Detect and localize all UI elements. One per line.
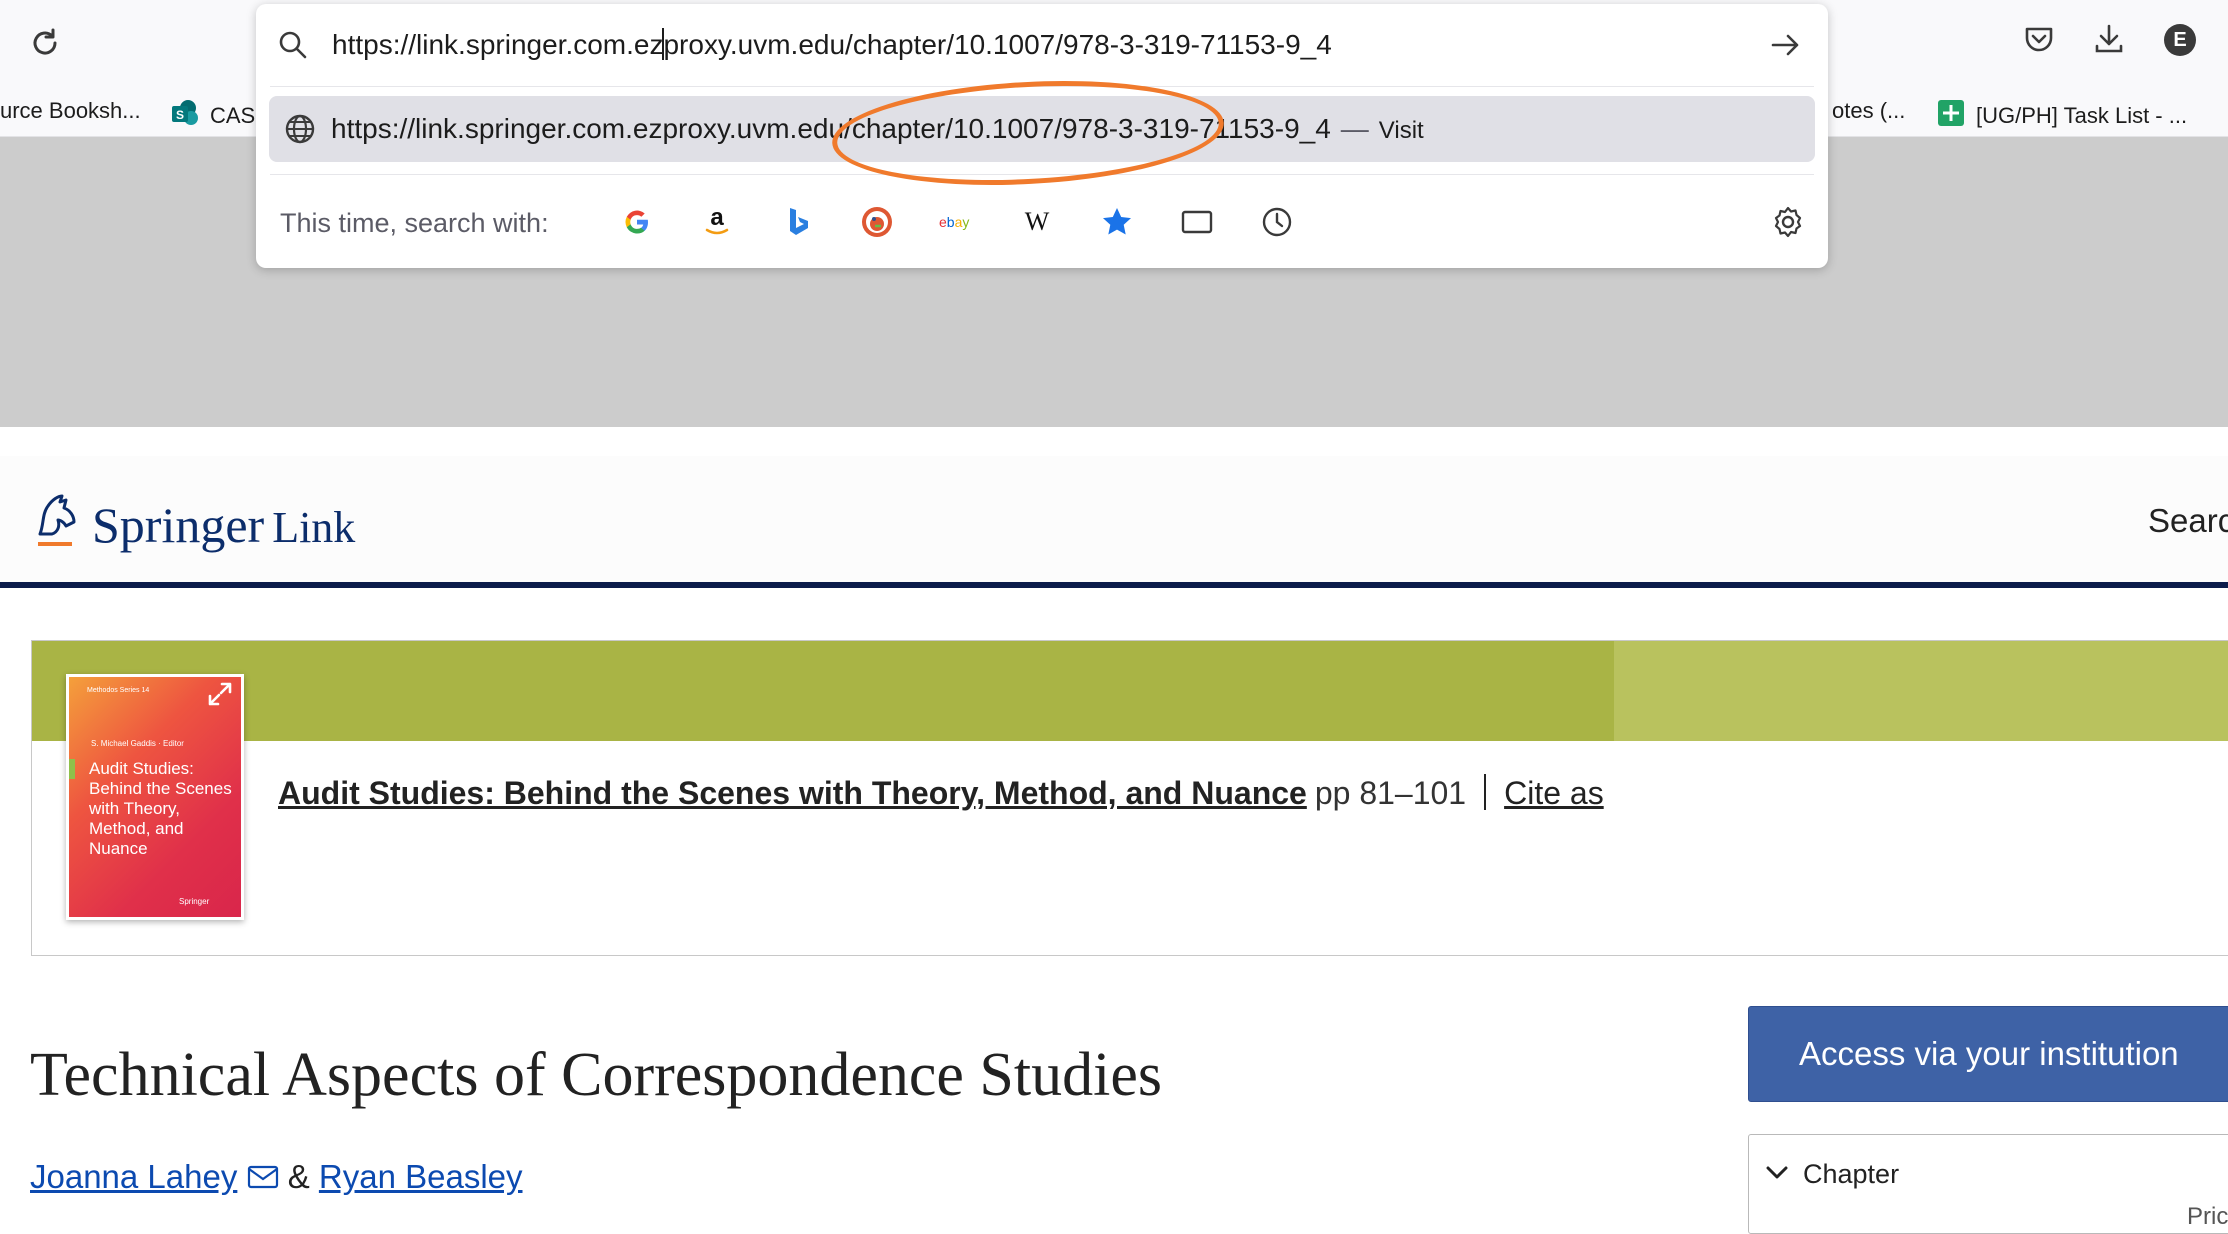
author-link[interactable]: Joanna Lahey — [30, 1158, 237, 1195]
banner-stripe-light — [1614, 641, 2228, 741]
bookmark-item[interactable]: otes (... — [1832, 98, 1905, 124]
pocket-icon[interactable] — [2022, 22, 2056, 61]
google-icon[interactable] — [617, 202, 657, 242]
banner-stripe — [32, 641, 1614, 741]
amazon-icon[interactable]: a — [697, 202, 737, 242]
cover-accent-bar — [69, 759, 75, 779]
book-cover[interactable]: Methodos Series 14 S. Michael Gaddis · E… — [66, 674, 244, 920]
bing-icon[interactable] — [777, 202, 817, 242]
bookmark-item[interactable]: urce Booksh... — [0, 98, 141, 124]
bookmark-label: urce Booksh... — [0, 98, 141, 123]
suggestion-separator: — — [1340, 113, 1369, 144]
search-with-label: This time, search with: — [280, 208, 549, 238]
separator — [1484, 774, 1487, 810]
expand-cover-icon[interactable] — [204, 678, 236, 710]
url-text-after-caret: proxy.uvm.edu/chapter/10.1007/978-3-319-… — [663, 29, 1332, 60]
settings-gear-icon[interactable] — [1768, 202, 1808, 242]
bookmark-label: CAS — [210, 103, 256, 128]
author-separator: & — [287, 1158, 310, 1195]
svg-text:ebay: ebay — [939, 214, 969, 230]
bookmark-item[interactable]: [UG/PH] Task List - ... — [1936, 98, 2187, 134]
reload-icon[interactable] — [28, 26, 62, 60]
duckduckgo-icon[interactable] — [857, 202, 897, 242]
bookmark-label: otes (... — [1832, 98, 1906, 123]
chapter-purchase-panel[interactable]: Chapter Pric — [1748, 1134, 2228, 1234]
price-label: Pric — [2187, 1203, 2228, 1230]
downloads-icon[interactable] — [2092, 22, 2126, 61]
access-institution-button[interactable]: Access via your institution — [1748, 1006, 2228, 1102]
author-list: Joanna Lahey & Ryan Beasley — [30, 1158, 523, 1198]
book-title-link[interactable]: Audit Studies: Behind the Scenes with Th… — [278, 775, 1307, 811]
cover-title: Audit Studies: Behind the Scenes with Th… — [89, 759, 232, 858]
book-info-line: Audit Studies: Behind the Scenes with Th… — [278, 774, 1604, 812]
google-sheets-icon — [1936, 98, 1966, 134]
email-icon[interactable] — [247, 1160, 279, 1198]
history-icon[interactable] — [1257, 202, 1297, 242]
profile-avatar[interactable]: E — [2164, 24, 2196, 56]
bookmark-item[interactable]: S CAS — [170, 98, 255, 134]
cover-editor: S. Michael Gaddis · Editor — [91, 739, 184, 748]
tabs-icon[interactable] — [1177, 202, 1217, 242]
bookmarks-star-icon[interactable] — [1097, 202, 1137, 242]
header-divider — [0, 582, 2228, 588]
wikipedia-icon[interactable]: W — [1017, 202, 1057, 242]
cover-series: Methodos Series 14 — [87, 687, 150, 694]
chevron-down-icon[interactable] — [1765, 1165, 1789, 1186]
url-dropdown: https://link.springer.com.ezproxy.uvm.ed… — [256, 4, 1828, 268]
globe-icon — [283, 112, 317, 151]
page-range: pp 81–101 — [1314, 775, 1467, 811]
springer-link-logo[interactable]: Springer Link — [92, 496, 355, 554]
header-search-link[interactable]: Searc — [2148, 502, 2228, 540]
url-input[interactable]: https://link.springer.com.ezproxy.uvm.ed… — [332, 28, 1332, 61]
annotation-ellipse — [829, 71, 1227, 195]
author-link[interactable]: Ryan Beasley — [319, 1158, 523, 1195]
cover-publisher: Springer — [179, 897, 210, 906]
go-arrow-icon[interactable] — [1768, 28, 1802, 67]
svg-text:S: S — [176, 108, 184, 122]
svg-text:W: W — [1025, 207, 1050, 236]
cite-as-link[interactable]: Cite as — [1504, 775, 1604, 811]
article-title: Technical Aspects of Correspondence Stud… — [30, 1041, 1163, 1109]
sharepoint-icon: S — [170, 98, 200, 134]
chapter-label: Chapter — [1803, 1159, 1900, 1189]
suggestion-action-label: Visit — [1378, 117, 1424, 144]
svg-text:a: a — [710, 205, 724, 231]
bookmark-label: [UG/PH] Task List - ... — [1976, 103, 2188, 128]
logo-sub-text: Link — [272, 503, 356, 552]
springer-horse-logo-icon[interactable] — [30, 490, 82, 557]
logo-main-text: Springer — [92, 497, 265, 553]
search-icon — [276, 28, 310, 67]
url-bar[interactable]: https://link.springer.com.ezproxy.uvm.ed… — [256, 4, 1828, 86]
ebay-icon[interactable]: ebay — [937, 202, 977, 242]
url-text-before-caret: https://link.springer.com.ez — [332, 29, 664, 60]
